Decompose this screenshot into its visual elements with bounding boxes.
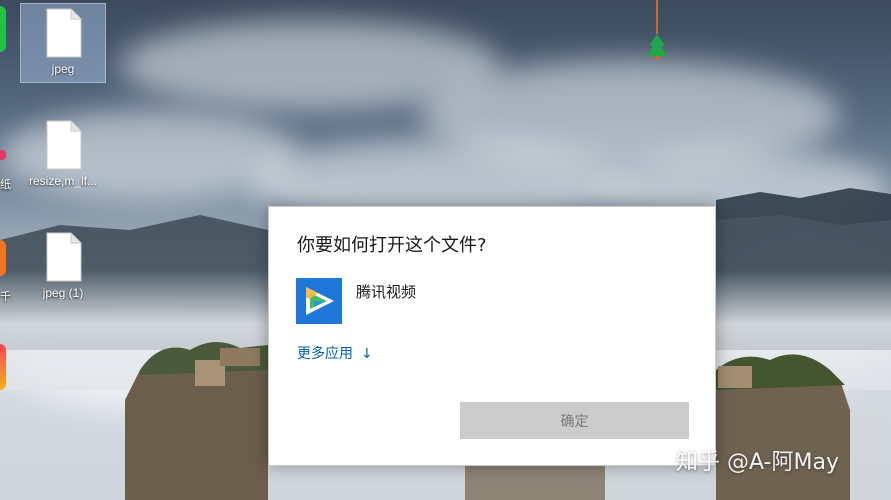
desktop-icon-label: jpeg (1) (42, 286, 84, 300)
dialog-title: 你要如何打开这个文件? (297, 235, 487, 256)
ok-button[interactable]: 确定 (460, 402, 689, 439)
app-option-tencent-video[interactable]: 腾讯视频 (296, 278, 688, 326)
app-name: 腾讯视频 (356, 283, 417, 301)
open-with-dialog: 你要如何打开这个文件? 腾讯视频 更多应用 ↓ 确定 (268, 206, 716, 466)
file-icon (46, 232, 82, 282)
desktop-icon-label: resize,m_lf... (28, 174, 97, 188)
partial-icon-label: 千 (0, 290, 11, 303)
arrow-down-icon: ↓ (361, 346, 373, 362)
desktop-icon-resize[interactable]: resize,m_lf... (21, 116, 105, 194)
more-apps-link[interactable]: 更多应用 ↓ (297, 343, 373, 363)
christmas-tree-icon[interactable] (644, 0, 670, 64)
zhihu-watermark: 知乎 @A-阿May (676, 450, 839, 475)
partial-app-icon[interactable] (0, 6, 6, 52)
desktop-icon-jpeg-1[interactable]: jpeg (1) (21, 228, 105, 306)
file-icon (46, 120, 82, 170)
more-apps-label: 更多应用 (297, 346, 353, 362)
desktop-icon-jpeg[interactable]: jpeg (20, 3, 106, 83)
tencent-video-icon (296, 278, 342, 324)
desktop-icon-label: jpeg (51, 62, 75, 76)
partial-app-icon[interactable] (0, 150, 6, 160)
file-icon (46, 8, 82, 58)
partial-app-icon[interactable] (0, 344, 6, 390)
partial-app-icon[interactable] (0, 240, 6, 276)
partial-icon-label: 纸 (0, 178, 11, 191)
